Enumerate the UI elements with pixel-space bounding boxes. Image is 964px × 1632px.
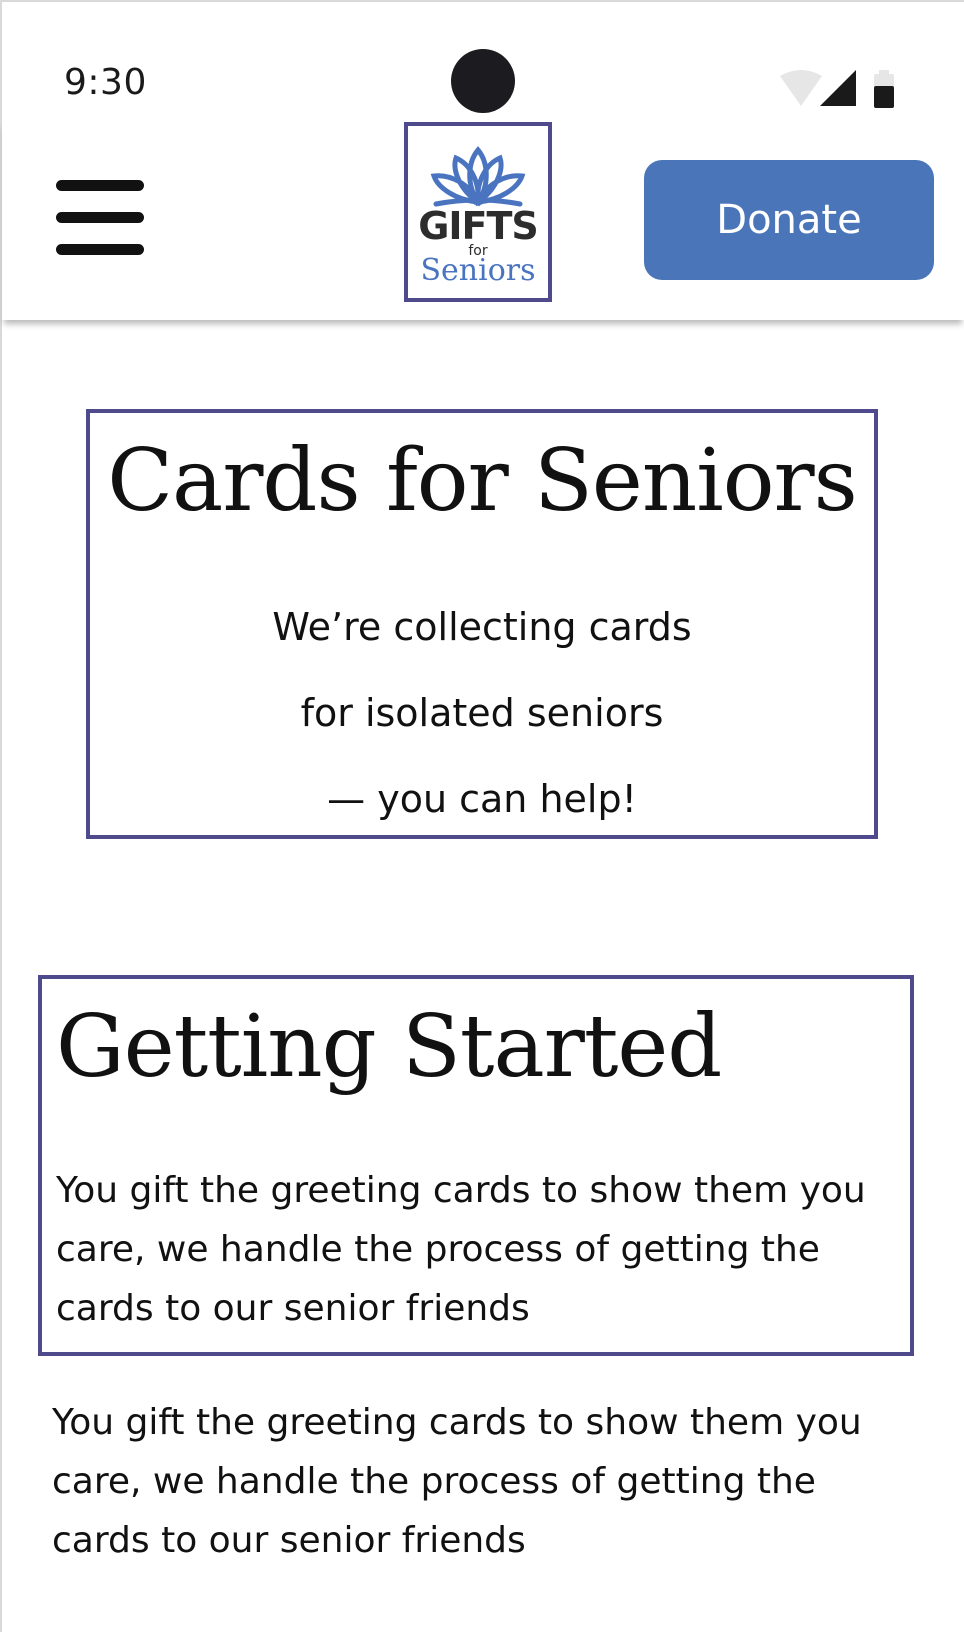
hero-text-line-1: We’re collecting cards [272, 605, 692, 649]
hero-text-line-2: for isolated seniors [300, 691, 664, 735]
body-paragraph: You gift the greeting cards to show them… [52, 1402, 862, 1561]
camera-cutout [451, 49, 515, 113]
section-body-text: You gift the greeting cards to show them… [56, 1170, 866, 1329]
brand-logo[interactable]: GIFTS for Seniors [404, 122, 552, 302]
donate-button[interactable]: Donate [644, 160, 934, 280]
section-title: Getting Started [56, 997, 722, 1097]
battery-icon [874, 70, 894, 108]
wifi-icon [780, 70, 822, 106]
hero-text-line-3: — you can help! [327, 777, 637, 821]
hamburger-menu-icon[interactable] [56, 180, 146, 260]
logo-text-gifts: GIFTS [418, 204, 539, 248]
status-time: 9:30 [64, 62, 147, 103]
hero-section: Cards for Seniors We’re collecting cards… [86, 409, 878, 839]
hero-title: Cards for Seniors [107, 431, 857, 531]
signal-icon [820, 70, 856, 106]
app-header: GIFTS for Seniors Donate [2, 120, 964, 320]
logo-text-seniors: Seniors [420, 253, 536, 288]
getting-started-section: Getting Started You gift the greeting ca… [38, 975, 914, 1356]
status-icons [780, 70, 910, 110]
